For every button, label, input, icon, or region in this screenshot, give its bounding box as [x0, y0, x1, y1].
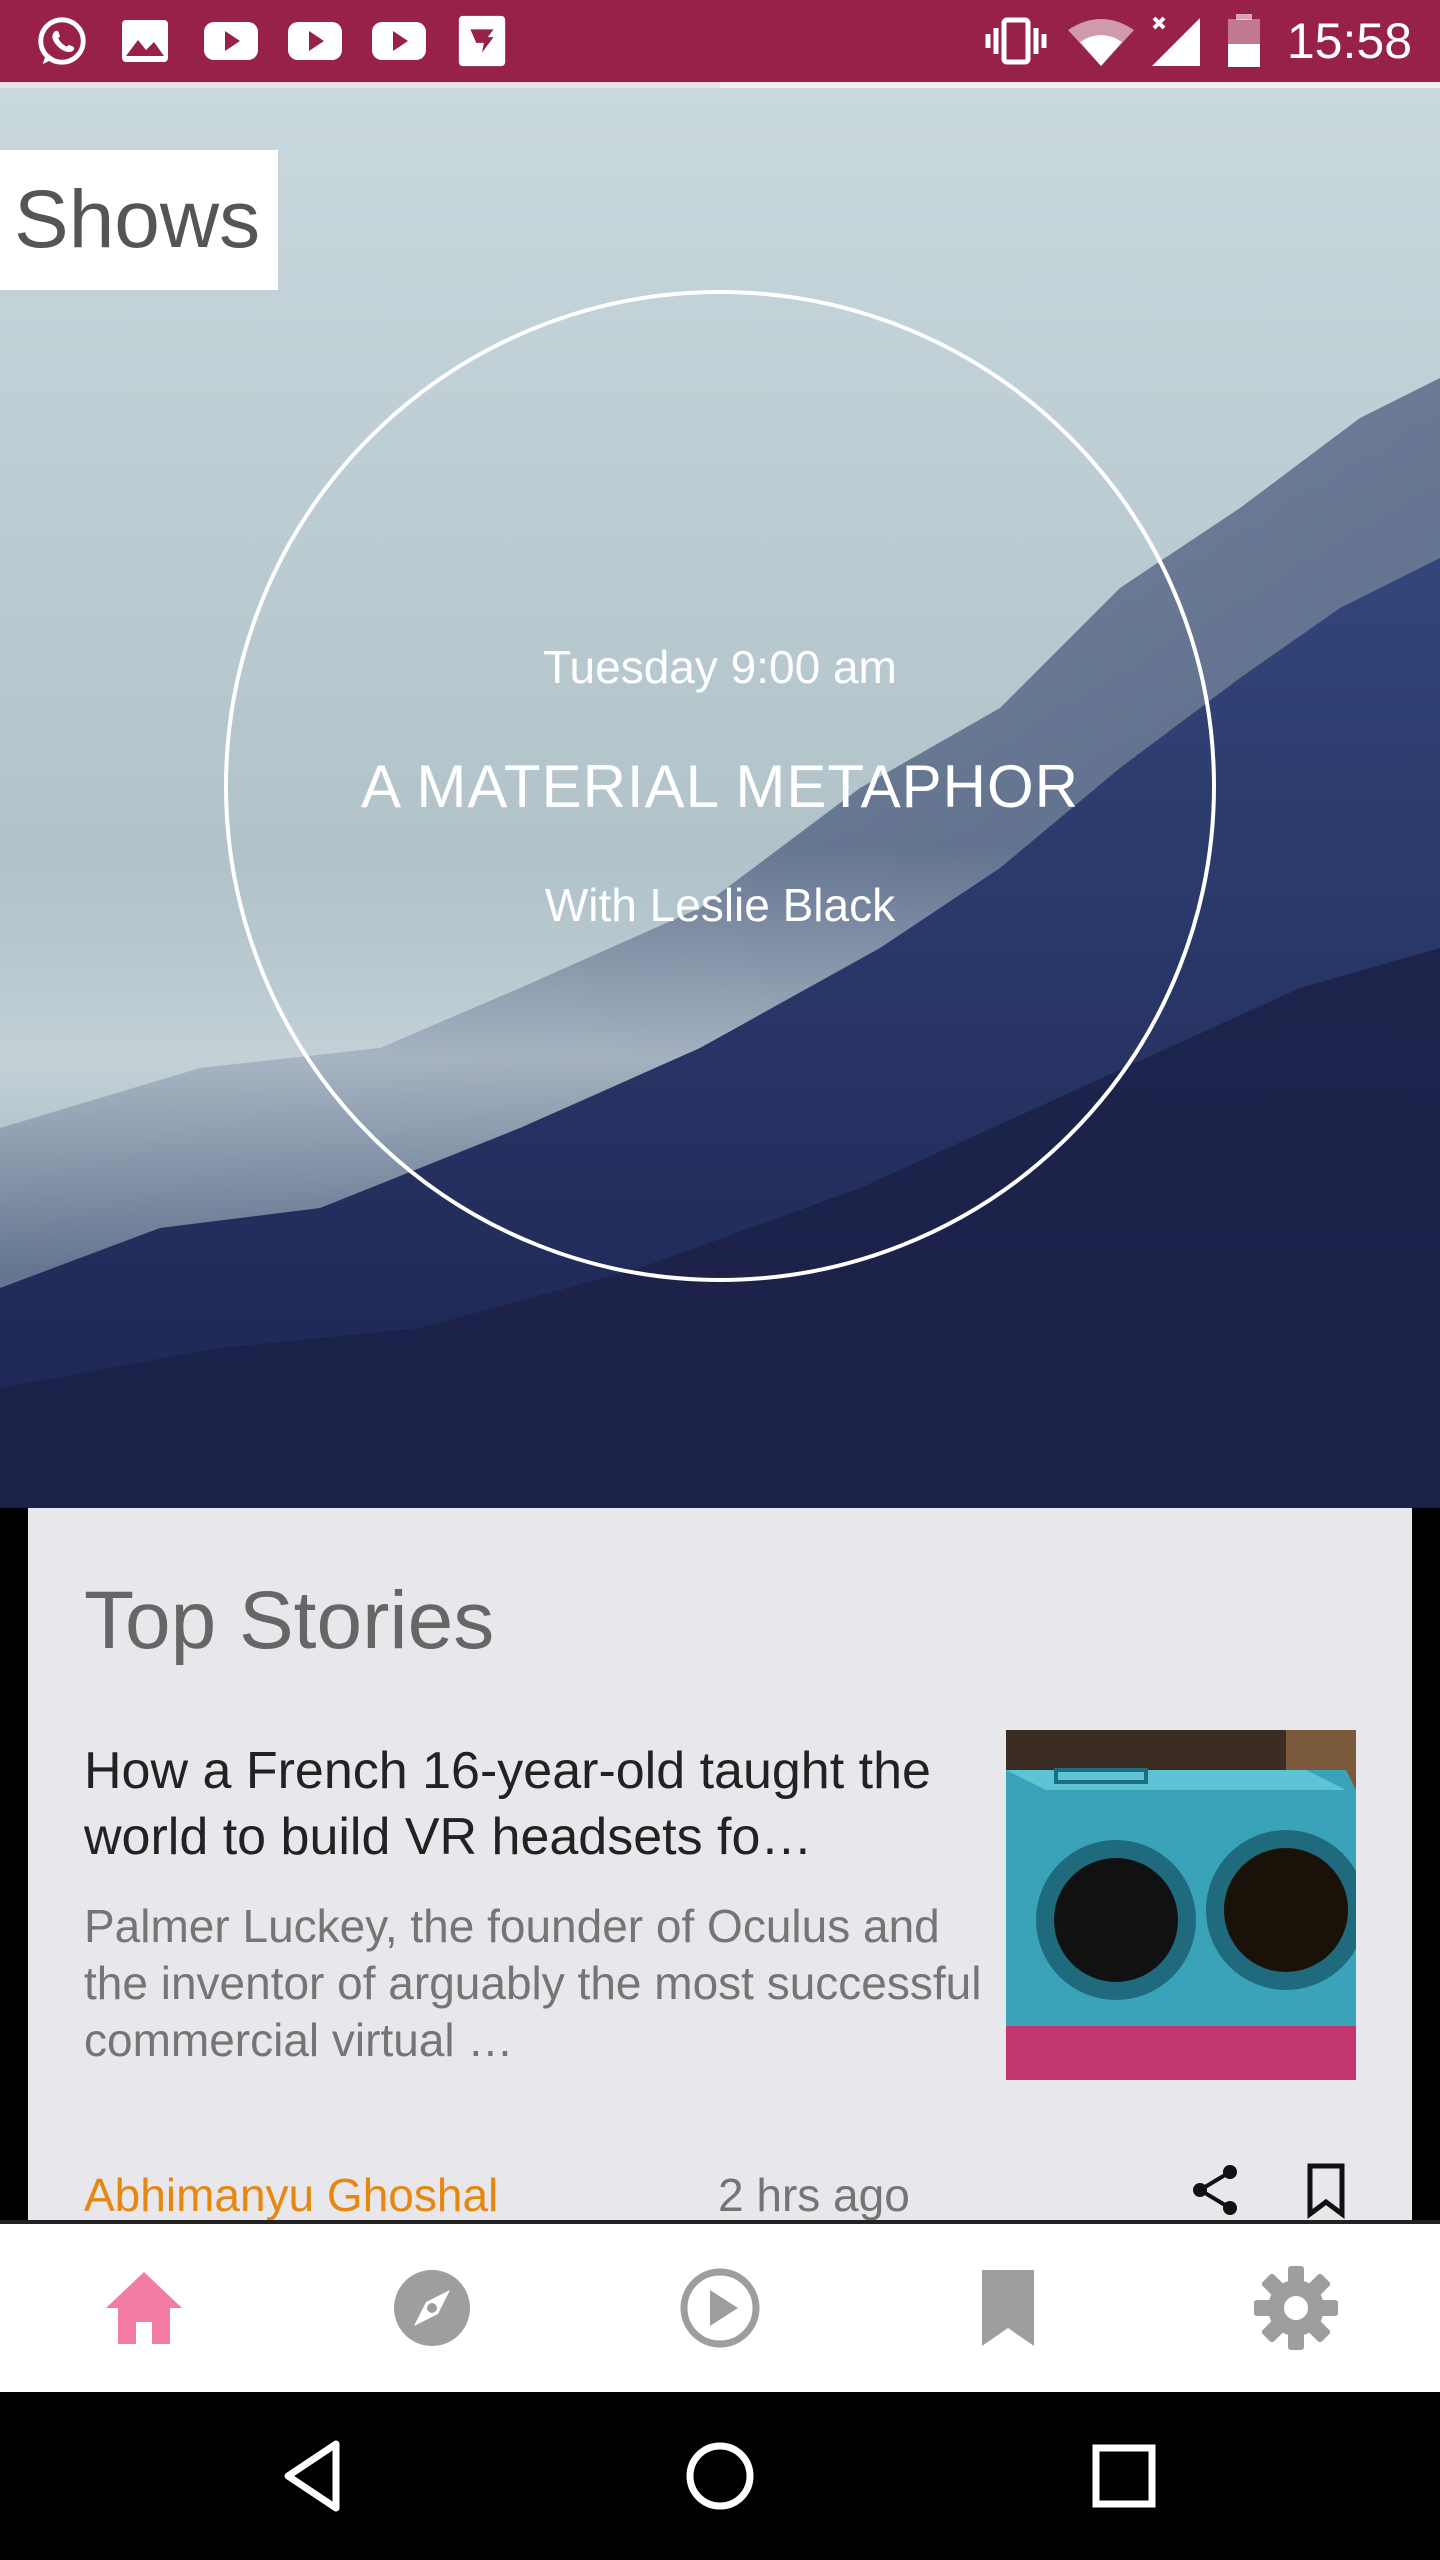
story-thumbnail[interactable] [1006, 1730, 1356, 2080]
youtube-icon [372, 22, 426, 60]
youtube-icon [204, 22, 258, 60]
home-icon[interactable] [100, 2264, 188, 2352]
story-time: 2 hrs ago [718, 2169, 910, 2221]
wifi-icon [1068, 19, 1134, 66]
recents-icon[interactable] [1080, 2432, 1168, 2520]
signal-icon [1152, 16, 1200, 66]
settings-icon[interactable] [1252, 2264, 1340, 2352]
vibrate-icon [985, 17, 1047, 65]
show-host: With Leslie Black [544, 879, 896, 931]
play-icon[interactable] [676, 2264, 764, 2352]
app-icon [458, 15, 506, 67]
bookmark-icon[interactable] [964, 2264, 1052, 2352]
bottom-navigation [0, 2220, 1440, 2396]
whatsapp-icon [38, 17, 86, 65]
clock: 15:58 [1286, 13, 1412, 69]
system-navigation [0, 2392, 1440, 2560]
story-author[interactable]: Abhimanyu Ghoshal [84, 2168, 498, 2222]
gallery-icon [122, 20, 168, 62]
bookmark-icon[interactable] [1296, 2160, 1356, 2220]
shows-tab[interactable]: Shows [0, 150, 278, 290]
status-bar: 15:58 [0, 0, 1440, 82]
back-icon[interactable] [272, 2432, 360, 2520]
story-headline[interactable]: How a French 16-year-old taught the worl… [84, 1738, 984, 1870]
battery-icon [1228, 14, 1260, 67]
share-icon[interactable] [1186, 2160, 1246, 2220]
story-summary[interactable]: Palmer Luckey, the founder of Oculus and… [84, 1898, 984, 2069]
youtube-icon [288, 22, 342, 60]
top-stories-title: Top Stories [84, 1575, 495, 1666]
top-stories-card: Top Stories How a French 16-year-old tau… [28, 1508, 1412, 2228]
vr-headset-image [1006, 1730, 1356, 2080]
compass-icon[interactable] [388, 2264, 476, 2352]
show-time: Tuesday 9:00 am [543, 641, 897, 693]
show-title[interactable]: A MATERIAL METAPHOR [0, 752, 1440, 821]
home-circle-icon[interactable] [676, 2432, 764, 2520]
shows-hero[interactable]: Shows Tuesday 9:00 am A MATERIAL METAPHO… [0, 88, 1440, 1508]
